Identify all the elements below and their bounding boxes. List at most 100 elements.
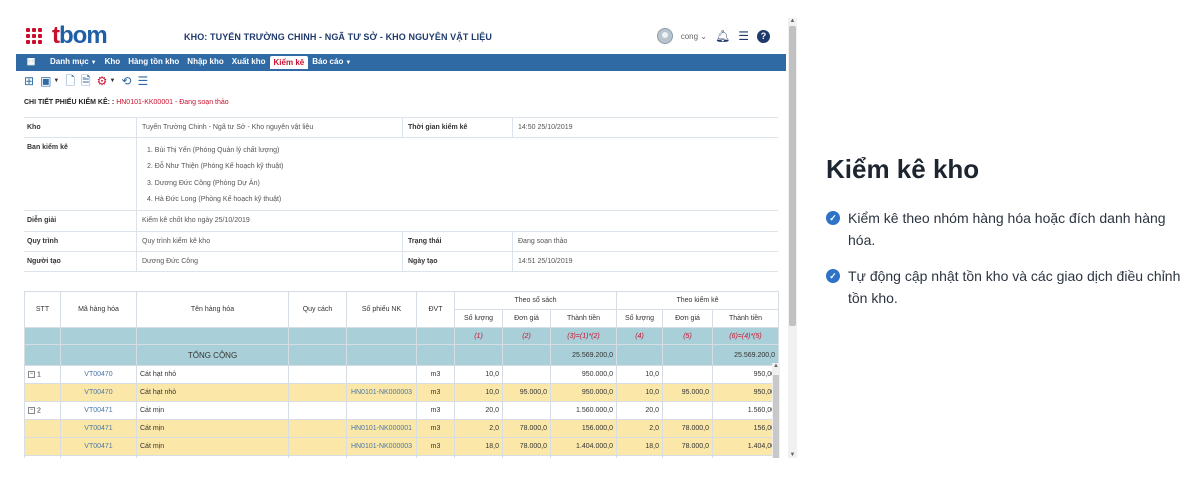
col-so-phieu[interactable]: Số phiếu NK [346, 291, 417, 328]
checklist-icon[interactable]: ☰ [738, 30, 749, 42]
cell-tt2: 1.560,00 [712, 401, 779, 420]
cell-phieu[interactable] [346, 401, 417, 420]
col-don-gia-kk[interactable]: Đơn giá [662, 309, 713, 328]
cell-ma[interactable]: VT00470 [60, 365, 137, 384]
logo[interactable]: tbom [52, 22, 108, 50]
cell-sl2: 18,0 [616, 437, 663, 456]
detail-row[interactable]: VT00471 Cát mịn HN0101-NK000001 m3 2,0 78.000… [24, 419, 779, 438]
member-item: 3. Dương Đức Công (Phòng Dự Án) [147, 180, 260, 187]
feature-bullet: ✓ Tự động cập nhật tồn kho và các giao d… [826, 265, 1196, 309]
page-scrollbar[interactable]: ▲ ▼ [788, 18, 797, 458]
group-row[interactable]: −2 VT00471 Cát mịn m3 20,0 1.560.000,0 20,0 1.5… [24, 401, 779, 420]
menu-underline [16, 69, 786, 71]
collapse-icon[interactable]: − [28, 406, 35, 414]
cell-ten: Đá 0.5x1 [136, 455, 289, 458]
col-don-gia-ss[interactable]: Đơn giá [502, 309, 551, 328]
bell-icon[interactable]: 🔔︎ [715, 30, 730, 42]
total-row: TỔNG CỘNG 25.569.200,0 25.569.200,0 [24, 344, 779, 366]
cell-phieu[interactable]: HN0101-NK000001 [346, 419, 417, 438]
col-group-theo-kiem-ke: Theo kiểm kê [616, 291, 779, 310]
ban-kiem-ke-label: Ban kiểm kê [27, 144, 68, 151]
col-so-luong-kk[interactable]: Số lượng [616, 309, 663, 328]
cell-ma[interactable]: VT00471 [60, 401, 137, 420]
cell-stt: −2 [24, 401, 61, 420]
cell-phieu[interactable]: HN0101-NK000003 [346, 383, 417, 402]
attach-icon[interactable]: ⚙ [97, 75, 108, 87]
cell-dvt: m3 [416, 437, 455, 456]
cell-quy-cach [288, 437, 347, 456]
grid-scrollbar[interactable]: ▲ ▼ [772, 363, 780, 458]
cell-phieu[interactable] [346, 455, 417, 458]
document-icon[interactable]: 🗋 [65, 75, 75, 87]
col-thanh-tien-kk[interactable]: Thành tiền [712, 309, 779, 328]
cell-phieu[interactable]: HN0101-NK000003 [346, 437, 417, 456]
caret-down-icon: ▼ [345, 60, 352, 66]
formula-cell: (1) [454, 327, 503, 345]
cell-dvt: m3 [416, 419, 455, 438]
scroll-down-icon[interactable]: ▼ [788, 452, 797, 458]
scroll-up-icon[interactable]: ▲ [772, 363, 780, 369]
menu-item-kho[interactable]: Kho [101, 54, 125, 69]
feature-panel: Kiểm kê kho ✓ Kiểm kê theo nhóm hàng hóa… [826, 154, 1196, 323]
list-icon[interactable]: ☰ [137, 75, 148, 87]
group-row[interactable]: −3VT01098Đá 0.5x1m326,0619.000,026,0619,… [24, 455, 779, 458]
cell-ten: Cát hạt nhỏ [136, 383, 289, 402]
info-row-dien-giai: Diễn giải Kiểm kê chốt kho ngày 25/10/20… [24, 211, 778, 232]
feature-title: Kiểm kê kho [826, 154, 980, 184]
user-name: cong [680, 31, 699, 41]
dien-giai-value: Kiểm kê chốt kho ngày 25/10/2019 [142, 217, 250, 224]
user-menu[interactable]: cong ⌄ [681, 32, 707, 41]
scroll-up-icon[interactable]: ▲ [788, 18, 797, 24]
add-icon[interactable]: ⊞ [24, 75, 34, 87]
check-circle-icon: ✓ [826, 269, 840, 283]
quy-trinh-label: Quy trình [27, 238, 59, 245]
menu-grid-icon[interactable]: ▦ [16, 56, 46, 67]
detail-row[interactable]: VT00471 Cát mịn HN0101-NK000003 m3 18,0 78.00… [24, 437, 779, 456]
member-item: 2. Đỗ Như Thiện (Phòng Kế hoạch kỹ thuật… [147, 163, 284, 170]
caret-down-icon[interactable]: ▼ [53, 78, 59, 84]
cell-sl2: 2,0 [616, 419, 663, 438]
menu-item-bao-cao[interactable]: Báo cáo ▼ [308, 54, 355, 69]
formula-cell: (6)=(4)*(5) [712, 327, 779, 345]
cell-ma[interactable]: VT01098 [60, 455, 137, 458]
col-quy-cach[interactable]: Quy cách [288, 291, 347, 328]
avatar[interactable] [656, 28, 673, 44]
collapse-icon[interactable]: − [28, 370, 35, 378]
menu-item-hang-ton-kho[interactable]: Hàng tồn kho [124, 54, 183, 69]
cell-tt2: 156,00 [712, 419, 779, 438]
help-icon[interactable]: ? [757, 29, 770, 43]
cell-ten: Cát mịn [136, 419, 289, 438]
col-ten-hang[interactable]: Tên hàng hóa [136, 291, 289, 328]
toolbar: ⊞ ▣ ▼ 🗋 🗎 ⚙ ▼ ⟲ ☰ [24, 73, 148, 89]
group-row[interactable]: −1 VT00470 Cát hạt nhỏ m3 10,0 950.000,0 10,0 9… [24, 365, 779, 384]
cell-ma[interactable]: VT00470 [60, 383, 137, 402]
document-edit-icon[interactable]: 🗎 [81, 75, 91, 87]
caret-down-icon[interactable]: ▼ [109, 78, 115, 84]
apps-grid-icon[interactable] [26, 28, 42, 44]
detail-row[interactable]: VT00470 Cát hạt nhỏ HN0101-NK000003 m3 10,0 9… [24, 383, 779, 402]
grid-scroll-thumb[interactable] [773, 375, 779, 458]
col-so-luong-ss[interactable]: Số lượng [454, 309, 503, 328]
menu-item-kiem-ke[interactable]: Kiểm kê [269, 56, 309, 69]
menu-item-nhap-kho[interactable]: Nhập kho [183, 54, 227, 69]
page-scroll-thumb[interactable] [789, 26, 796, 326]
col-dvt[interactable]: ĐVT [416, 291, 455, 328]
app-window: tbom KHO: TUYẾN TRƯỜNG CHINH - NGÃ TƯ SỞ… [16, 18, 786, 458]
cell-ma[interactable]: VT00471 [60, 419, 137, 438]
col-ma-hang[interactable]: Mã hàng hóa [60, 291, 137, 328]
cell-ma[interactable]: VT00471 [60, 437, 137, 456]
menu-item-xuat-kho[interactable]: Xuất kho [228, 54, 270, 69]
formula-cell: (2) [502, 327, 551, 345]
cell-dg1: 78.000,0 [502, 419, 551, 438]
col-stt[interactable]: STT [24, 291, 61, 328]
document-code-status: HN0101-KK00001 - Đang soạn thảo [116, 99, 229, 106]
save-icon[interactable]: ▣ [40, 75, 51, 87]
kho-value[interactable]: Tuyến Trường Chinh - Ngã tư Sở - Kho ngu… [142, 124, 313, 131]
cell-phieu[interactable] [346, 365, 417, 384]
check-circle-icon: ✓ [826, 211, 840, 225]
col-thanh-tien-ss[interactable]: Thành tiền [550, 309, 617, 328]
menu-item-danh-muc[interactable]: Danh mục ▼ [46, 54, 101, 69]
kho-label: Kho [27, 124, 41, 131]
history-icon[interactable]: ⟲ [121, 75, 131, 87]
main-menu: ▦ Danh mục ▼ Kho Hàng tồn kho Nhập kho Xu… [16, 54, 786, 69]
